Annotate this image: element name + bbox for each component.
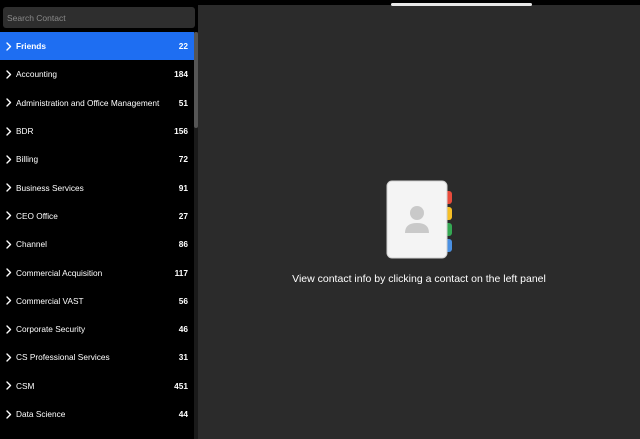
group-count: 117 [174,267,188,278]
group-count: 184 [174,69,188,80]
group-item[interactable]: Accounting 184 [0,60,194,88]
group-name: Friends [16,41,46,52]
group-item[interactable]: Channel 86 [0,230,194,258]
group-name: Corporate Security [16,324,86,335]
chevron-right-icon [5,183,13,193]
group-item[interactable]: CS Professional Services 31 [0,343,194,371]
chevron-right-icon [5,296,13,306]
chevron-right-icon [5,324,13,334]
group-count: 86 [178,239,188,250]
contact-groups-sidebar: Friends 22 Accounting 184 Administration and… [0,0,198,439]
chevron-right-icon [5,239,13,249]
group-count: 56 [178,295,188,306]
group-list: Friends 22 Accounting 184 Administration and… [0,32,194,428]
group-count: 31 [178,352,188,363]
group-count: 451 [174,380,188,391]
group-name: Accounting [16,69,58,80]
group-name: Data Science [16,409,66,419]
search-input[interactable] [3,7,195,28]
group-name: CS Professional Services [16,352,110,363]
group-item[interactable]: Commercial Acquisition 117 [0,258,194,286]
group-name: BDR [16,126,34,137]
group-count: 22 [178,41,188,52]
search-box[interactable] [3,7,195,28]
chevron-right-icon [5,154,13,164]
group-item[interactable]: Administration and Office Management 51 [0,89,194,117]
group-count: 51 [178,97,188,108]
group-count: 156 [174,126,188,137]
window-handle[interactable] [391,3,532,6]
group-count: 72 [178,154,188,165]
group-count: 44 [178,409,188,419]
group-item[interactable]: Corporate Security 46 [0,315,194,343]
contact-detail-panel: View contact info by clicking a contact … [198,5,640,439]
group-name: Administration and Office Management [16,97,160,108]
chevron-right-icon [5,268,13,278]
group-name: Commercial VAST [16,295,84,306]
chevron-right-icon [5,69,13,79]
group-name: Billing [16,154,39,165]
group-item[interactable]: BDR 156 [0,117,194,145]
group-name: CSM [16,380,35,391]
chevron-right-icon [5,98,13,108]
group-item[interactable]: Friends 22 [0,32,194,61]
contact-book-icon [386,177,454,259]
group-count: 27 [178,210,188,221]
chevron-right-icon [5,126,13,136]
chevron-right-icon [5,352,13,362]
group-item[interactable]: Billing 72 [0,145,194,173]
group-item[interactable]: CSM 451 [0,372,194,400]
group-name: CEO Office [16,210,58,221]
group-name: Commercial Acquisition [16,267,103,278]
contacts-app: Friends 22 Accounting 184 Administration and… [0,0,640,439]
group-name: Business Services [16,182,84,193]
group-item[interactable]: Commercial VAST 56 [0,287,194,315]
group-item[interactable]: Business Services 91 [0,173,194,201]
chevron-right-icon [5,409,13,419]
chevron-right-icon [5,41,13,51]
chevron-right-icon [5,211,13,221]
empty-state-message: View contact info by clicking a contact … [292,273,546,285]
group-name: Channel [16,239,47,250]
group-item[interactable]: Data Science 44 [0,400,194,428]
chevron-right-icon [5,381,13,391]
group-count: 91 [178,182,188,193]
group-item[interactable]: CEO Office 27 [0,202,194,230]
group-count: 46 [178,324,188,335]
